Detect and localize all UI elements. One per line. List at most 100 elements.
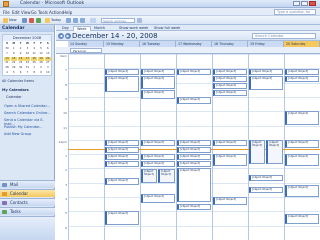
appointment[interactable]: [object Object]: [177, 168, 211, 202]
appointment[interactable]: [object Object]: [213, 154, 247, 166]
appointment[interactable]: [object Object]: [213, 69, 247, 75]
publish-calendar-link[interactable]: Publish My Calendar...: [4, 125, 43, 129]
appointment[interactable]: [object Object]: [177, 140, 211, 146]
back-arrow-icon[interactable]: ◀: [58, 33, 64, 39]
date-navigator-day[interactable]: 9: [38, 71, 44, 76]
appointment[interactable]: [object Object]: [105, 178, 139, 185]
appointment[interactable]: [object Object]: [177, 97, 211, 104]
appointment[interactable]: [object Object]: [249, 76, 283, 90]
appointment[interactable]: [object Object]: [141, 154, 175, 160]
forward-arrow-icon[interactable]: ▶: [65, 33, 71, 39]
nav-button-tasks[interactable]: Tasks: [0, 207, 55, 215]
appointment[interactable]: [object Object]: [213, 90, 247, 96]
appointment[interactable]: [object Object]: [266, 140, 283, 164]
date-navigator-day[interactable]: 6: [18, 71, 24, 76]
date-navigator-day[interactable]: 2: [38, 66, 44, 71]
menu-file[interactable]: File: [3, 10, 10, 15]
date-navigator-day[interactable]: 10: [45, 71, 51, 76]
appointment[interactable]: [object Object]: [285, 154, 319, 166]
appointment[interactable]: [object Object]: [177, 147, 211, 153]
week-view-icon[interactable]: [73, 18, 78, 23]
appointment[interactable]: [object Object]: [285, 69, 319, 75]
date-navigator-day[interactable]: 31: [24, 66, 30, 71]
appointment[interactable]: [object Object]: [285, 140, 319, 148]
appointment[interactable]: [object Object]: [141, 69, 175, 75]
today-button[interactable]: Today: [51, 18, 61, 22]
nav-button-calendar[interactable]: Calendar: [0, 189, 55, 197]
date-navigator-day[interactable]: 30: [18, 66, 24, 71]
appointment[interactable]: [object Object]: [249, 175, 283, 181]
menu-help[interactable]: Help: [63, 10, 72, 15]
appointment[interactable]: [object Object]: [141, 90, 175, 99]
address-book-icon[interactable]: [90, 18, 96, 23]
appointment[interactable]: [object Object]: [141, 194, 175, 203]
appointment[interactable]: [object Object]: [177, 69, 211, 75]
date-navigator-day[interactable]: 7: [24, 71, 30, 76]
menu-tools[interactable]: Tools: [38, 10, 48, 15]
appointment[interactable]: [object Object]: [213, 197, 247, 205]
appointment[interactable]: [object Object]: [285, 214, 319, 224]
nav-button-mail[interactable]: Mail: [0, 180, 55, 188]
appointment[interactable]: [object Object]: [249, 140, 265, 164]
appointment[interactable]: [object Object]: [177, 204, 211, 210]
calendar-checkbox-item[interactable]: Calendar: [6, 95, 57, 101]
maximize-button[interactable]: [301, 1, 308, 6]
appointment[interactable]: [object Object]: [105, 211, 139, 225]
menu-view[interactable]: View: [21, 10, 31, 15]
appointment[interactable]: [object Object]: [249, 187, 283, 193]
delete-icon[interactable]: [29, 18, 34, 23]
appointment[interactable]: [object Object]: [105, 140, 139, 146]
date-navigator-day[interactable]: 3: [45, 66, 51, 71]
appointment[interactable]: [object Object]: [213, 76, 247, 82]
date-navigator-day[interactable]: 5: [11, 71, 17, 76]
search-calendars-online-link[interactable]: Search Calendars Online...: [4, 111, 50, 115]
new-button[interactable]: New: [9, 18, 17, 22]
menu-edit[interactable]: Edit: [12, 10, 20, 15]
date-navigator-day[interactable]: 8: [31, 71, 37, 76]
day-view-icon[interactable]: [66, 18, 71, 23]
add-new-group-link[interactable]: Add New Group: [4, 132, 31, 136]
help-question-box[interactable]: Type a question for help: [274, 9, 316, 19]
new-item-icon[interactable]: [3, 18, 8, 23]
address-book-search-input[interactable]: Search address books: [101, 18, 135, 27]
today-icon[interactable]: [45, 18, 50, 23]
menu-actions[interactable]: Actions: [49, 10, 64, 15]
appointment[interactable]: [object Object]: [285, 76, 319, 82]
appointment[interactable]: [object Object]: [141, 76, 175, 89]
appointment[interactable]: [object Object]: [105, 161, 139, 167]
my-calendars-header[interactable]: My Calendars: [2, 88, 53, 94]
all-day-event-personal[interactable]: Personal: [70, 48, 102, 53]
appointment[interactable]: [object Object]: [249, 69, 283, 75]
date-navigator-day[interactable]: 29: [11, 66, 17, 71]
appointment[interactable]: [object Object]: [285, 185, 319, 197]
appointment[interactable]: [object Object]: [213, 83, 247, 89]
minimize-button[interactable]: [293, 1, 300, 6]
open-shared-calendar-link[interactable]: Open a Shared Calendar...: [4, 104, 50, 108]
date-navigator-day[interactable]: 1: [31, 66, 37, 71]
appointment[interactable]: [object Object]: [141, 161, 175, 167]
appointment[interactable]: [object Object]: [177, 154, 211, 160]
print-icon[interactable]: [22, 18, 27, 23]
close-button[interactable]: [309, 1, 316, 6]
all-calendar-items-dropdown[interactable]: All Calendar Items: [2, 79, 53, 85]
appointment[interactable]: [object Object]: [141, 169, 157, 183]
appointment[interactable]: [object Object]: [213, 140, 247, 146]
month-view-icon[interactable]: [80, 18, 85, 23]
date-navigator-day[interactable]: 4: [4, 71, 10, 76]
menu-go[interactable]: Go: [31, 10, 37, 15]
calendar-search-input[interactable]: Search Calendar: [252, 33, 316, 39]
appointment[interactable]: [object Object]: [105, 147, 139, 153]
appointment[interactable]: [object Object]: [141, 140, 175, 146]
appointment[interactable]: [object Object]: [105, 76, 139, 92]
appointment[interactable]: [object Object]: [105, 154, 139, 160]
help-icon[interactable]: [137, 18, 142, 23]
outlook-app-icon: [3, 1, 9, 7]
appointment[interactable]: [object Object]: [177, 161, 211, 167]
all-day-event-row: Personal: [56, 47, 320, 54]
appointment[interactable]: [object Object]: [285, 111, 319, 125]
move-to-folder-icon[interactable]: [36, 18, 41, 23]
nav-button-contacts[interactable]: Contacts: [0, 198, 55, 206]
date-navigator-day[interactable]: 28: [4, 66, 10, 71]
appointment[interactable]: [object Object]: [105, 69, 139, 75]
appointment[interactable]: [object Object]: [158, 169, 175, 183]
